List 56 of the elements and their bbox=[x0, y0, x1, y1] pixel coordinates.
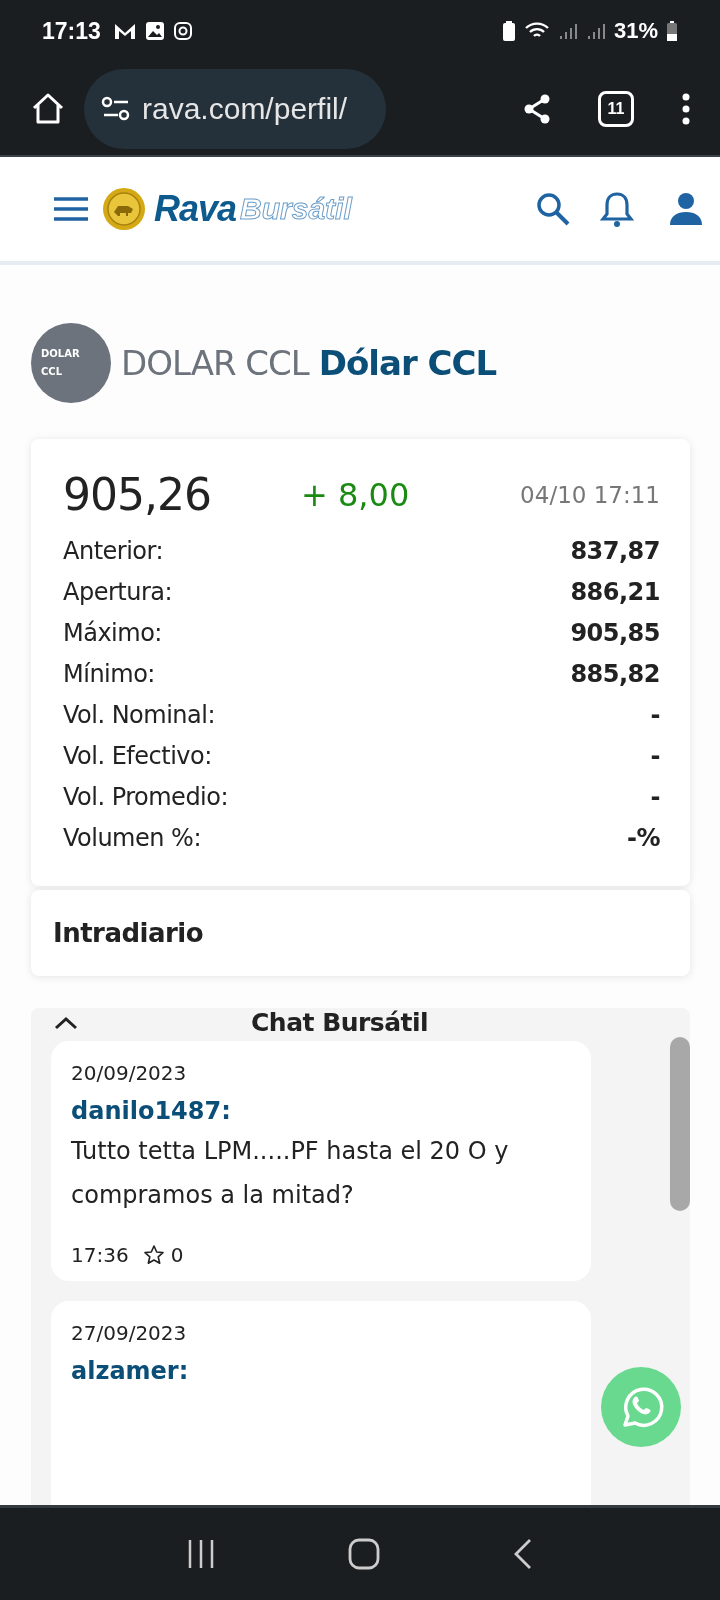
home-button-icon[interactable] bbox=[347, 1537, 381, 1571]
stat-value: - bbox=[650, 700, 660, 729]
price: 905,26 bbox=[63, 469, 212, 520]
logo-subtext: Bursátil bbox=[240, 192, 352, 226]
gallery-icon bbox=[144, 21, 165, 41]
scrollbar-thumb[interactable] bbox=[670, 1037, 690, 1211]
battery-percent: 31% bbox=[613, 18, 658, 44]
battery-saver-icon bbox=[501, 20, 516, 42]
menu-icon[interactable] bbox=[52, 195, 90, 223]
url-text: rava.com/perfil/ bbox=[142, 91, 348, 126]
stat-value: - bbox=[650, 782, 660, 811]
message-username[interactable]: alzamer: bbox=[71, 1357, 189, 1385]
star-icon[interactable] bbox=[142, 1244, 165, 1266]
instrument-symbol: DOLAR CCL bbox=[121, 343, 309, 383]
search-icon[interactable] bbox=[534, 190, 572, 228]
stat-value: 905,85 bbox=[570, 618, 660, 647]
message-time: 17:36 bbox=[71, 1243, 129, 1267]
mail-icon bbox=[112, 21, 137, 41]
stat-value: 837,87 bbox=[570, 536, 660, 565]
camera-app-icon bbox=[172, 21, 193, 41]
stat-value: 885,82 bbox=[570, 659, 660, 688]
address-bar[interactable]: rava.com/perfil/ bbox=[84, 68, 386, 149]
intraday-panel[interactable]: Intradiario bbox=[31, 890, 690, 976]
stat-label: Vol. Promedio: bbox=[63, 782, 229, 811]
stat-label: Anterior: bbox=[63, 536, 164, 565]
account-icon[interactable] bbox=[668, 192, 704, 226]
price-change: + 8,00 bbox=[301, 475, 410, 514]
notifications-icon[interactable] bbox=[600, 190, 634, 228]
logo-text: Rava bbox=[154, 188, 237, 230]
signal-icon bbox=[585, 21, 606, 41]
status-time: 17:13 bbox=[42, 17, 101, 45]
message-username[interactable]: danilo1487: bbox=[71, 1097, 231, 1125]
message-date: 27/09/2023 bbox=[71, 1321, 188, 1345]
stat-label: Mínimo: bbox=[63, 659, 155, 688]
instrument-name: Dólar CCL bbox=[318, 343, 497, 383]
battery-icon bbox=[666, 20, 678, 42]
stat-label: Apertura: bbox=[63, 577, 173, 606]
stat-label: Máximo: bbox=[63, 618, 162, 647]
message-date: 20/09/2023 bbox=[71, 1061, 188, 1085]
signal-icon bbox=[557, 21, 578, 41]
more-menu-icon[interactable] bbox=[680, 91, 692, 126]
stat-value: - bbox=[650, 741, 660, 770]
tab-count-button[interactable]: 11 bbox=[598, 90, 634, 127]
stat-label: Volumen %: bbox=[63, 823, 201, 852]
chevron-icon[interactable] bbox=[53, 1014, 79, 1031]
stat-label: Vol. Efectivo: bbox=[63, 741, 212, 770]
panel-title: Intradiario bbox=[53, 918, 204, 948]
instrument-avatar: DOLAR CCL bbox=[31, 323, 111, 403]
stat-value: -% bbox=[627, 823, 660, 852]
like-count: 0 bbox=[170, 1243, 184, 1267]
coin-logo-icon bbox=[102, 187, 146, 231]
message-text: Tutto tetta LPM.....PF hasta el 20 O y compramos a la mitad? bbox=[71, 1136, 510, 1211]
quote-datetime: 04/10 17:11 bbox=[520, 481, 660, 508]
stat-value: 886,21 bbox=[570, 577, 660, 606]
chat-title: Chat Bursátil bbox=[251, 1008, 429, 1037]
stat-label: Vol. Nominal: bbox=[63, 700, 216, 729]
